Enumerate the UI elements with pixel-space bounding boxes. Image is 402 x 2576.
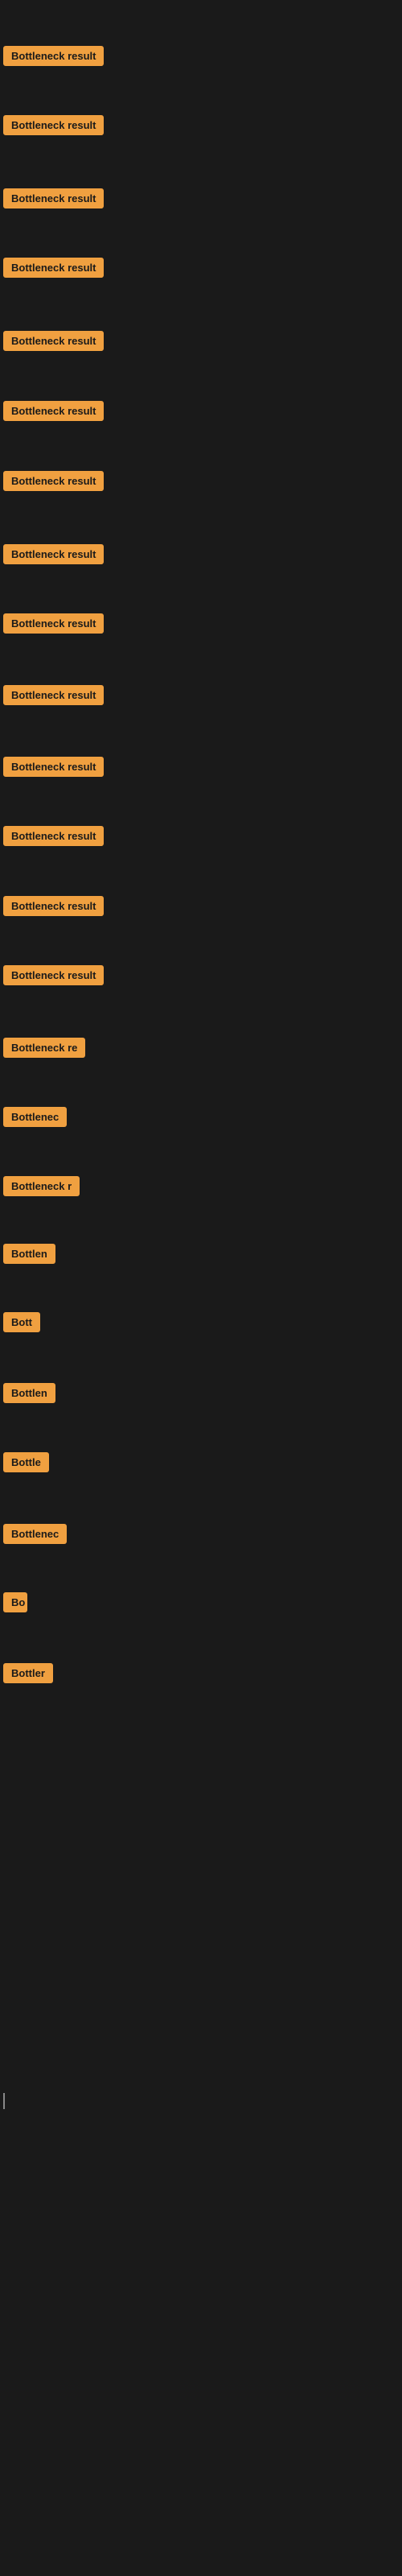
list-item[interactable]: Bottleneck r — [3, 1176, 80, 1200]
site-title — [0, 0, 402, 13]
cursor-indicator — [3, 2093, 5, 2109]
list-item[interactable]: Bottleneck result — [3, 188, 104, 213]
list-item[interactable]: Bottleneck result — [3, 613, 104, 638]
list-item[interactable]: Bottleneck result — [3, 544, 104, 568]
bottleneck-badge[interactable]: Bottlenec — [3, 1107, 67, 1127]
bottleneck-badge[interactable]: Bottleneck result — [3, 685, 104, 705]
list-item[interactable]: Bottleneck result — [3, 685, 104, 709]
list-item[interactable]: Bottle — [3, 1452, 49, 1476]
bottleneck-badge[interactable]: Bottlenec — [3, 1524, 67, 1544]
bottleneck-badge[interactable]: Bottleneck result — [3, 544, 104, 564]
list-item[interactable]: Bottlenec — [3, 1524, 67, 1548]
bottleneck-badge[interactable]: Bottleneck result — [3, 46, 104, 66]
bottleneck-badge[interactable]: Bottleneck result — [3, 401, 104, 421]
list-item[interactable]: Bottlenec — [3, 1107, 67, 1131]
bottleneck-badge[interactable]: Bottleneck r — [3, 1176, 80, 1196]
list-item[interactable]: Bottlen — [3, 1383, 55, 1407]
bottleneck-badge[interactable]: Bo — [3, 1592, 27, 1612]
list-item[interactable]: Bottleneck result — [3, 757, 104, 781]
bottleneck-badge[interactable]: Bottleneck result — [3, 613, 104, 634]
bottleneck-badge[interactable]: Bottlen — [3, 1244, 55, 1264]
bottleneck-badge[interactable]: Bottleneck result — [3, 896, 104, 916]
list-item[interactable]: Bottler — [3, 1663, 53, 1687]
list-item[interactable]: Bottleneck result — [3, 258, 104, 282]
list-item[interactable]: Bottleneck result — [3, 965, 104, 989]
bottleneck-badge[interactable]: Bottleneck result — [3, 258, 104, 278]
list-item[interactable]: Bo — [3, 1592, 27, 1616]
bottleneck-badge[interactable]: Bottler — [3, 1663, 53, 1683]
list-item[interactable]: Bott — [3, 1312, 40, 1336]
list-item[interactable]: Bottleneck result — [3, 896, 104, 920]
bottleneck-badge[interactable]: Bottleneck result — [3, 331, 104, 351]
bottleneck-badge[interactable]: Bottleneck result — [3, 471, 104, 491]
bottleneck-badge[interactable]: Bottlen — [3, 1383, 55, 1403]
bottleneck-badge[interactable]: Bottleneck result — [3, 115, 104, 135]
list-item[interactable]: Bottleneck re — [3, 1038, 85, 1062]
bottleneck-badge[interactable]: Bottleneck result — [3, 965, 104, 985]
bottleneck-badge[interactable]: Bottleneck result — [3, 757, 104, 777]
list-item[interactable]: Bottlen — [3, 1244, 55, 1268]
list-item[interactable]: Bottleneck result — [3, 115, 104, 139]
list-item[interactable]: Bottleneck result — [3, 401, 104, 425]
bottleneck-badge[interactable]: Bottleneck result — [3, 188, 104, 208]
bottleneck-badge[interactable]: Bott — [3, 1312, 40, 1332]
list-item[interactable]: Bottleneck result — [3, 331, 104, 355]
list-item[interactable]: Bottleneck result — [3, 46, 104, 70]
bottleneck-badge[interactable]: Bottleneck re — [3, 1038, 85, 1058]
bottleneck-badge[interactable]: Bottle — [3, 1452, 49, 1472]
list-item[interactable]: Bottleneck result — [3, 471, 104, 495]
page-container: Bottleneck result Bottleneck result Bottle… — [0, 0, 402, 2576]
list-item[interactable]: Bottleneck result — [3, 826, 104, 850]
bottleneck-badge[interactable]: Bottleneck result — [3, 826, 104, 846]
